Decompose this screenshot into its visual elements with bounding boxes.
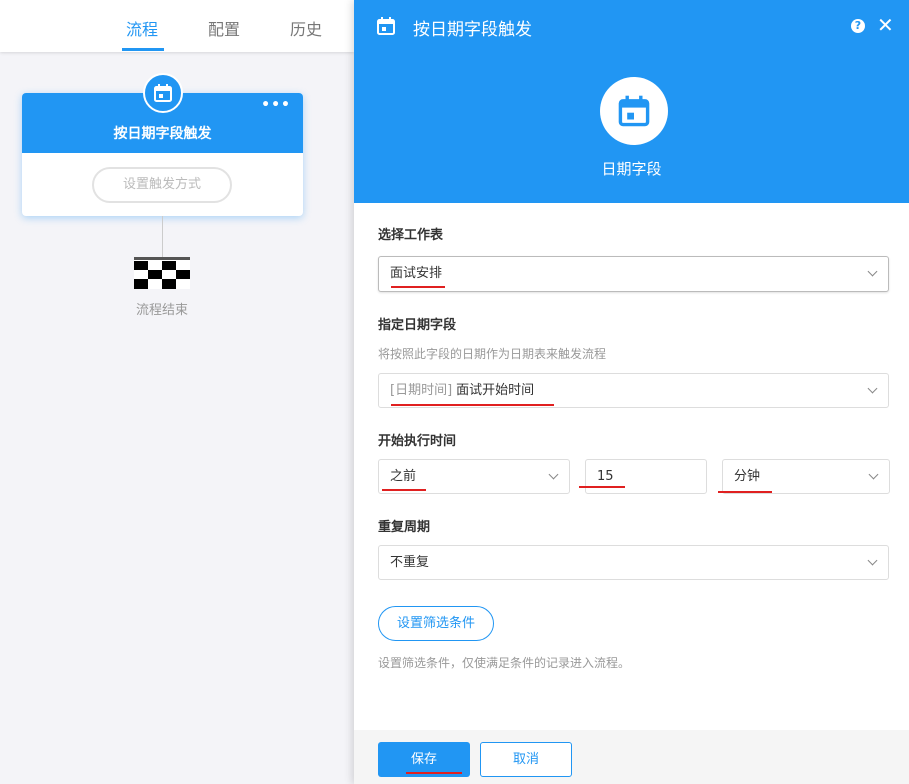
flow-end-label: 流程结束: [135, 303, 188, 318]
chevron-down-icon: [867, 266, 878, 277]
repeat-value: 不重复: [390, 555, 430, 570]
panel-title: 按日期字段触发: [413, 20, 532, 40]
repeat-select[interactable]: 不重复: [378, 545, 889, 580]
tab-flow[interactable]: 流程: [126, 16, 158, 40]
chevron-down-icon: [867, 555, 878, 566]
highlight-underline: [406, 772, 462, 774]
start-amount-input[interactable]: 15: [585, 459, 707, 494]
calendar-icon: [143, 73, 183, 113]
date-field-hint: 将按照此字段的日期作为日期表来触发流程: [378, 347, 607, 361]
date-field-value: 面试开始时间: [456, 383, 535, 398]
trigger-type-label: 日期字段: [601, 160, 662, 178]
help-icon[interactable]: ?: [851, 19, 865, 33]
highlight-underline: [382, 489, 426, 491]
chevron-down-icon: [868, 469, 879, 480]
calendar-icon: [618, 95, 650, 127]
date-field-label: 指定日期字段: [378, 318, 457, 333]
set-filter-button[interactable]: 设置筛选条件: [378, 606, 494, 641]
worksheet-value: 面试安排: [390, 266, 443, 281]
tab-config[interactable]: 配置: [208, 16, 240, 40]
start-unit-select[interactable]: 分钟: [722, 459, 890, 494]
trigger-settings-panel: 按日期字段触发 ? ✕ 日期字段 选择工作表 面试安排 指定日期字段 将按照此字…: [354, 0, 909, 784]
worksheet-label: 选择工作表: [378, 228, 444, 243]
checkered-flag-icon: [134, 257, 190, 289]
start-direction-value: 之前: [390, 469, 417, 484]
active-tab-indicator: [122, 48, 164, 51]
set-trigger-button[interactable]: 设置触发方式: [92, 167, 232, 203]
trigger-node-card[interactable]: ••• 按日期字段触发 设置触发方式: [22, 73, 303, 216]
flow-connector: [162, 216, 163, 258]
date-field-select[interactable]: [日期时间] 面试开始时间: [378, 373, 889, 408]
worksheet-select[interactable]: 面试安排: [378, 256, 889, 292]
repeat-label: 重复周期: [378, 520, 431, 535]
start-time-label: 开始执行时间: [378, 434, 457, 449]
highlight-underline: [391, 404, 554, 406]
start-amount-value: 15: [597, 469, 614, 484]
tab-history[interactable]: 历史: [290, 16, 322, 40]
calendar-icon: [377, 17, 395, 35]
panel-header: 按日期字段触发 ? ✕ 日期字段: [354, 0, 909, 203]
close-icon[interactable]: ✕: [877, 14, 894, 36]
panel-footer: 保存 取消: [354, 730, 909, 784]
top-tab-bar: 流程 配置 历史: [0, 0, 354, 52]
highlight-underline: [718, 491, 772, 493]
start-unit-value: 分钟: [734, 469, 761, 484]
filter-hint: 设置筛选条件，仅使满足条件的记录进入流程。: [378, 656, 631, 670]
date-field-type-prefix: [日期时间]: [390, 383, 453, 398]
trigger-node-title: 按日期字段触发: [113, 126, 212, 142]
node-menu-icon[interactable]: •••: [261, 97, 291, 113]
chevron-down-icon: [867, 383, 878, 394]
highlight-underline: [579, 486, 625, 488]
chevron-down-icon: [548, 469, 559, 480]
cancel-button[interactable]: 取消: [480, 742, 572, 777]
date-field-type-badge: [600, 77, 668, 145]
highlight-underline: [391, 286, 445, 288]
